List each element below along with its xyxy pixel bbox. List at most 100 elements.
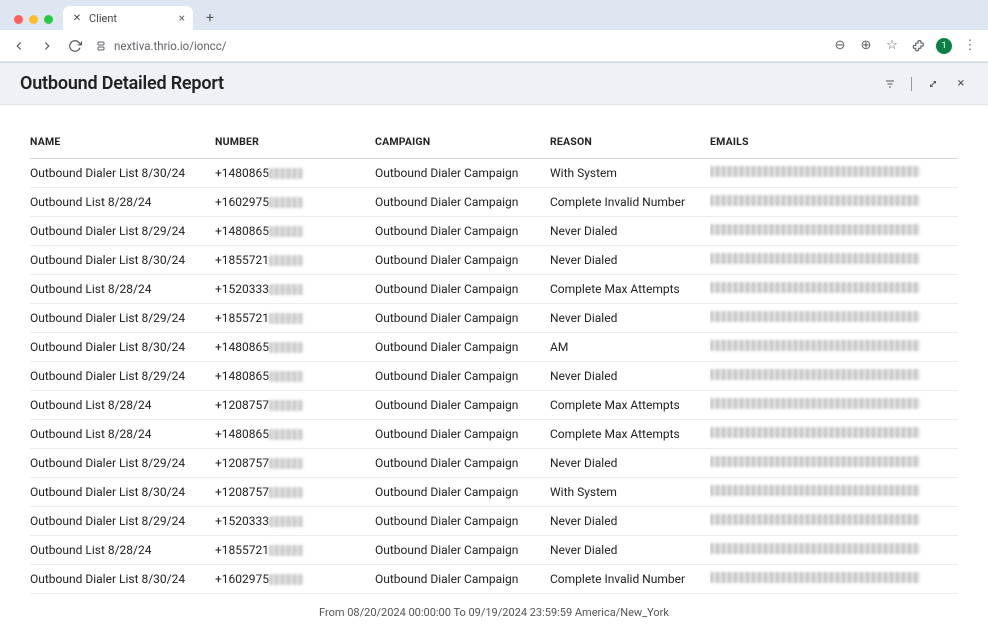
- cell-campaign: Outbound Dialer Campaign: [375, 536, 550, 565]
- cell-email: [710, 304, 958, 333]
- cell-reason: Never Dialed: [550, 246, 710, 275]
- cell-email: [710, 159, 958, 188]
- report-table: NAME NUMBER CAMPAIGN REASON EMAILS Outbo…: [30, 125, 958, 594]
- table-row[interactable]: Outbound Dialer List 8/29/24+1480865 Outb…: [30, 362, 958, 391]
- cell-number: +1480865: [215, 333, 375, 362]
- email-redacted-icon: [710, 398, 920, 409]
- cell-campaign: Outbound Dialer Campaign: [375, 188, 550, 217]
- cell-reason: AM: [550, 333, 710, 362]
- window-minimize-icon[interactable]: [29, 15, 38, 24]
- email-redacted-icon: [710, 224, 920, 235]
- email-redacted-icon: [710, 166, 920, 177]
- table-row[interactable]: Outbound Dialer List 8/29/24+1208757Outb…: [30, 449, 958, 478]
- number-visible-part: +1855721: [215, 543, 269, 557]
- nav-forward-button[interactable]: [38, 37, 56, 55]
- report-container: NAME NUMBER CAMPAIGN REASON EMAILS Outbo…: [0, 105, 988, 629]
- col-header-emails[interactable]: EMAILS: [710, 125, 958, 159]
- cell-reason: Never Dialed: [550, 449, 710, 478]
- email-redacted-icon: [710, 340, 920, 351]
- zoom-out-icon[interactable]: ⊖: [832, 38, 848, 54]
- table-row[interactable]: Outbound Dialer List 8/30/24+1480865Outb…: [30, 159, 958, 188]
- tab-strip: ✕ Client × +: [0, 0, 988, 30]
- table-row[interactable]: Outbound Dialer List 8/29/24+1520333 Outb…: [30, 507, 958, 536]
- cell-reason: Never Dialed: [550, 536, 710, 565]
- table-row[interactable]: Outbound Dialer List 8/29/24+1480865Outb…: [30, 217, 958, 246]
- cell-email: [710, 391, 958, 420]
- window-close-icon[interactable]: [14, 15, 23, 24]
- cell-reason: Complete Max Attempts: [550, 391, 710, 420]
- bookmark-icon[interactable]: ☆: [884, 38, 900, 54]
- cell-name: Outbound Dialer List 8/29/24: [30, 304, 215, 333]
- number-visible-part: +1208757: [215, 398, 269, 412]
- zoom-in-icon[interactable]: ⊕: [858, 38, 874, 54]
- cell-campaign: Outbound Dialer Campaign: [375, 217, 550, 246]
- cell-reason: With System: [550, 478, 710, 507]
- cell-name: Outbound Dialer List 8/29/24: [30, 507, 215, 536]
- email-redacted-icon: [710, 369, 920, 380]
- table-row[interactable]: Outbound List 8/28/24+1602975Outbound Di…: [30, 188, 958, 217]
- table-row[interactable]: Outbound Dialer List 8/30/24+1855721Outb…: [30, 246, 958, 275]
- extensions-icon[interactable]: [910, 38, 926, 54]
- cell-reason: Never Dialed: [550, 507, 710, 536]
- profile-avatar[interactable]: 1: [936, 38, 952, 54]
- cell-name: Outbound Dialer List 8/29/24: [30, 449, 215, 478]
- number-redacted-icon: [269, 371, 303, 382]
- number-visible-part: +1602975: [215, 195, 269, 209]
- number-visible-part: +1208757: [215, 485, 269, 499]
- cell-name: Outbound Dialer List 8/30/24: [30, 333, 215, 362]
- cell-email: [710, 449, 958, 478]
- table-row[interactable]: Outbound List 8/28/24+1855721Outbound Di…: [30, 536, 958, 565]
- cell-number: +1602975: [215, 565, 375, 594]
- window-maximize-icon[interactable]: [44, 15, 53, 24]
- tab-close-icon[interactable]: ×: [179, 11, 185, 25]
- cell-number: +1480865: [215, 420, 375, 449]
- cell-number: +1208757: [215, 391, 375, 420]
- cell-name: Outbound Dialer List 8/29/24: [30, 362, 215, 391]
- tab-title: Client: [89, 12, 117, 25]
- close-panel-icon[interactable]: ×: [954, 77, 968, 91]
- email-redacted-icon: [710, 253, 920, 264]
- cell-name: Outbound Dialer List 8/30/24: [30, 478, 215, 507]
- col-header-campaign[interactable]: CAMPAIGN: [375, 125, 550, 159]
- table-row[interactable]: Outbound List 8/28/24+1208757Outbound Di…: [30, 391, 958, 420]
- browser-menu-icon[interactable]: ⋮: [962, 38, 978, 54]
- browser-tab[interactable]: ✕ Client ×: [63, 6, 193, 30]
- page-header: Outbound Detailed Report ×: [0, 63, 988, 105]
- table-row[interactable]: Outbound Dialer List 8/30/24+1602975Outb…: [30, 565, 958, 594]
- number-visible-part: +1520333: [215, 514, 269, 528]
- number-redacted-icon: [269, 429, 303, 440]
- cell-campaign: Outbound Dialer Campaign: [375, 507, 550, 536]
- cell-number: +1480865: [215, 362, 375, 391]
- table-row[interactable]: Outbound Dialer List 8/30/24+1480865Outb…: [30, 333, 958, 362]
- cell-number: +1520333: [215, 507, 375, 536]
- nav-back-button[interactable]: [10, 37, 28, 55]
- email-redacted-icon: [710, 514, 920, 525]
- cell-email: [710, 420, 958, 449]
- number-visible-part: +1480865: [215, 369, 269, 383]
- email-redacted-icon: [710, 282, 920, 293]
- nav-reload-button[interactable]: [66, 37, 84, 55]
- cell-campaign: Outbound Dialer Campaign: [375, 275, 550, 304]
- new-tab-button[interactable]: +: [199, 7, 221, 29]
- number-visible-part: +1208757: [215, 456, 269, 470]
- number-redacted-icon: [269, 197, 303, 208]
- table-row[interactable]: Outbound List 8/28/24+1520333Outbound Di…: [30, 275, 958, 304]
- table-row[interactable]: Outbound List 8/28/24+1480865Outbound Di…: [30, 420, 958, 449]
- number-visible-part: +1480865: [215, 166, 269, 180]
- cell-email: [710, 275, 958, 304]
- col-header-reason[interactable]: REASON: [550, 125, 710, 159]
- filter-icon[interactable]: [883, 77, 897, 91]
- site-info-icon[interactable]: [94, 39, 108, 53]
- address-bar[interactable]: nextiva.thrio.io/ioncc/: [94, 39, 226, 53]
- col-header-name[interactable]: NAME: [30, 125, 215, 159]
- table-row[interactable]: Outbound Dialer List 8/29/24+1855721Outb…: [30, 304, 958, 333]
- number-visible-part: +1480865: [215, 224, 269, 238]
- number-visible-part: +1480865: [215, 427, 269, 441]
- number-visible-part: +1480865: [215, 340, 269, 354]
- number-visible-part: +1855721: [215, 253, 269, 267]
- expand-icon[interactable]: [926, 77, 940, 91]
- cell-campaign: Outbound Dialer Campaign: [375, 159, 550, 188]
- col-header-number[interactable]: NUMBER: [215, 125, 375, 159]
- table-row[interactable]: Outbound Dialer List 8/30/24+1208757Outb…: [30, 478, 958, 507]
- cell-campaign: Outbound Dialer Campaign: [375, 362, 550, 391]
